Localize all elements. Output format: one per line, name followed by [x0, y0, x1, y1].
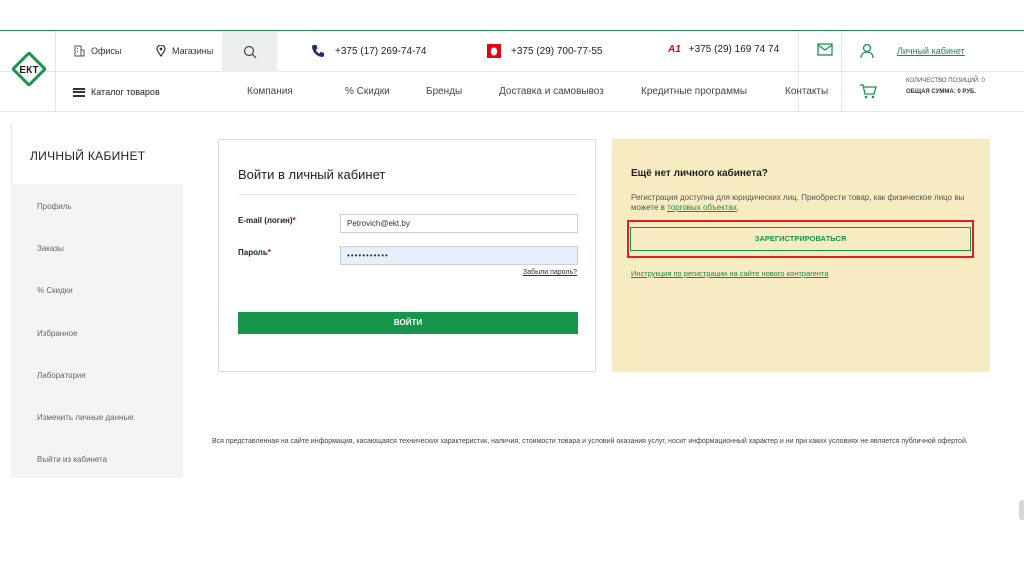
email-label: E-mail (логин)*	[238, 216, 296, 225]
sidebar-item-favorites[interactable]: Избранное	[37, 329, 78, 338]
nav-discounts[interactable]: % Скидки	[345, 86, 390, 97]
register-title: Ещё нет личного кабинета?	[631, 168, 768, 179]
sidebar-title: ЛИЧНЫЙ КАБИНЕТ	[11, 122, 183, 184]
phone-mts[interactable]: +375 (29) 700-77-55	[487, 44, 602, 58]
user-icon[interactable]	[860, 43, 874, 59]
sidebar-item-logout[interactable]: Выйти из кабинета	[37, 455, 107, 464]
stores-objects-link[interactable]: торговых объектах	[667, 203, 737, 212]
sidebar-item-edit-profile[interactable]: Изменить личные данные	[37, 413, 134, 422]
nav-credit[interactable]: Кредитные программы	[641, 86, 747, 97]
required-mark: *	[292, 216, 296, 225]
catalog-button[interactable]: Каталог товаров	[73, 87, 160, 97]
stores-link[interactable]: Магазины	[156, 45, 213, 57]
offices-link[interactable]: Офисы	[73, 45, 121, 57]
registration-instruction-link[interactable]: Инструкция по регистрации на сайте новог…	[631, 269, 829, 278]
account-link[interactable]: Личный кабинет	[897, 46, 965, 56]
nav-brands[interactable]: Бренды	[426, 86, 462, 97]
catalog-label: Каталог товаров	[91, 87, 160, 97]
account-sidebar: ЛИЧНЫЙ КАБИНЕТ Профиль Заказы % Скидки И…	[11, 122, 183, 478]
login-divider	[238, 194, 578, 195]
nav-delivery[interactable]: Доставка и самовывоз	[499, 86, 604, 97]
phone-mts-number: +375 (29) 700-77-55	[511, 45, 603, 57]
email-label-text: E-mail (логин)	[238, 216, 293, 225]
logo-text: ЕКТ	[19, 65, 38, 76]
offices-label: Офисы	[91, 46, 122, 56]
logo-divider	[55, 31, 56, 112]
register-description: Регистрация доступна для юридических лиц…	[631, 193, 976, 213]
nav-company[interactable]: Компания	[247, 86, 293, 97]
mail-icon[interactable]	[817, 43, 833, 56]
password-field[interactable]: •••••••••••	[340, 246, 578, 265]
disclaimer-text: Вся представленная на сайте информация, …	[212, 438, 968, 445]
nav-contacts[interactable]: Контакты	[785, 86, 828, 97]
building-icon	[74, 45, 85, 57]
map-pin-icon	[156, 45, 166, 57]
phone-icon	[312, 45, 324, 57]
mts-icon	[487, 44, 501, 58]
phone-a1-number: +375 (29) 169 74 74	[688, 44, 780, 55]
cart-total: ОБЩАЯ СУММА: 0 РУБ.	[906, 89, 977, 95]
cart-count: КОЛИЧЕСТВО ПОЗИЦИЙ: 0	[906, 78, 985, 84]
cart-summary[interactable]: КОЛИЧЕСТВО ПОЗИЦИЙ: 0 ОБЩАЯ СУММА: 0 РУБ…	[906, 76, 985, 98]
ekt-logo[interactable]: ЕКТ	[12, 52, 46, 86]
forgot-password-link[interactable]: Забыли пароль?	[523, 269, 577, 276]
phone-city-number: +375 (17) 269-74-74	[335, 45, 427, 57]
login-title: Войти в личный кабинет	[238, 167, 386, 182]
register-panel: Ещё нет личного кабинета? Регистрация до…	[612, 139, 990, 372]
sidebar-item-discounts[interactable]: % Скидки	[37, 286, 73, 295]
sidebar-item-laboratory[interactable]: Лаборатория	[37, 371, 86, 380]
register-desc-end: .	[736, 203, 740, 212]
scrollbar-thumb[interactable]	[1019, 500, 1024, 520]
login-button[interactable]: ВОЙТИ	[238, 312, 578, 334]
phone-a1[interactable]: A1 +375 (29) 169 74 74	[668, 44, 779, 55]
sidebar-item-orders[interactable]: Заказы	[37, 244, 64, 253]
a1-icon: A1	[668, 44, 681, 55]
header-divider	[841, 31, 842, 112]
stores-label: Магазины	[172, 46, 214, 56]
register-button[interactable]: ЗАРЕГИСТРИРОВАТЬСЯ	[630, 227, 971, 251]
search-button[interactable]	[222, 31, 277, 72]
sidebar-item-profile[interactable]: Профиль	[37, 202, 72, 211]
login-form: Войти в личный кабинет E-mail (логин)* P…	[218, 139, 596, 372]
cart-icon[interactable]	[859, 84, 877, 99]
email-field[interactable]: Petrovich@ekt.by	[340, 214, 578, 233]
menu-icon	[73, 87, 85, 97]
password-label-text: Пароль	[238, 248, 268, 257]
phone-city[interactable]: +375 (17) 269-74-74	[311, 44, 426, 58]
header-divider	[798, 31, 799, 112]
search-icon	[243, 45, 256, 58]
required-mark: *	[267, 248, 271, 257]
password-label: Пароль*	[238, 248, 271, 257]
